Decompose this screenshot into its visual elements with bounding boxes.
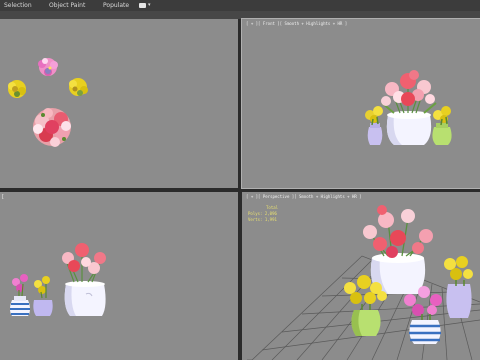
front-scene-flower-pots	[365, 70, 452, 145]
tab-selection[interactable]: Selection	[4, 0, 32, 11]
yellow-flower-pot-top-right	[69, 78, 88, 96]
perspective-grid	[247, 255, 480, 360]
tab-populate[interactable]: Populate	[103, 0, 129, 11]
viewport-perspective[interactable]: [ + ][ Perspective ][ Smooth + Highlight…	[242, 192, 480, 360]
ribbon-options-icon[interactable]	[139, 3, 146, 8]
chevron-down-icon[interactable]: ▾	[148, 0, 151, 11]
viewport-left-scene	[10, 243, 106, 316]
ribbon-bar: Selection Object Paint Populate ▾	[0, 0, 480, 11]
left-scene-flower-pots	[10, 243, 106, 316]
viewport-front[interactable]: [ + ][ Front ][ Smooth + Highlights + HR…	[241, 18, 480, 189]
tab-object-paint[interactable]: Object Paint	[49, 0, 85, 11]
viewport-front-scene	[365, 70, 452, 145]
viewport-perspective-scene	[247, 205, 480, 360]
viewport-left[interactable]: [	[0, 192, 238, 360]
pink-flower-pot-top	[38, 58, 58, 76]
viewport-top-scene	[8, 58, 88, 147]
yellow-flower-pot-top-left	[8, 80, 26, 98]
ribbon-panel-strip	[0, 11, 480, 19]
red-flower-pot-top	[33, 108, 71, 147]
viewport-top[interactable]	[0, 19, 238, 188]
